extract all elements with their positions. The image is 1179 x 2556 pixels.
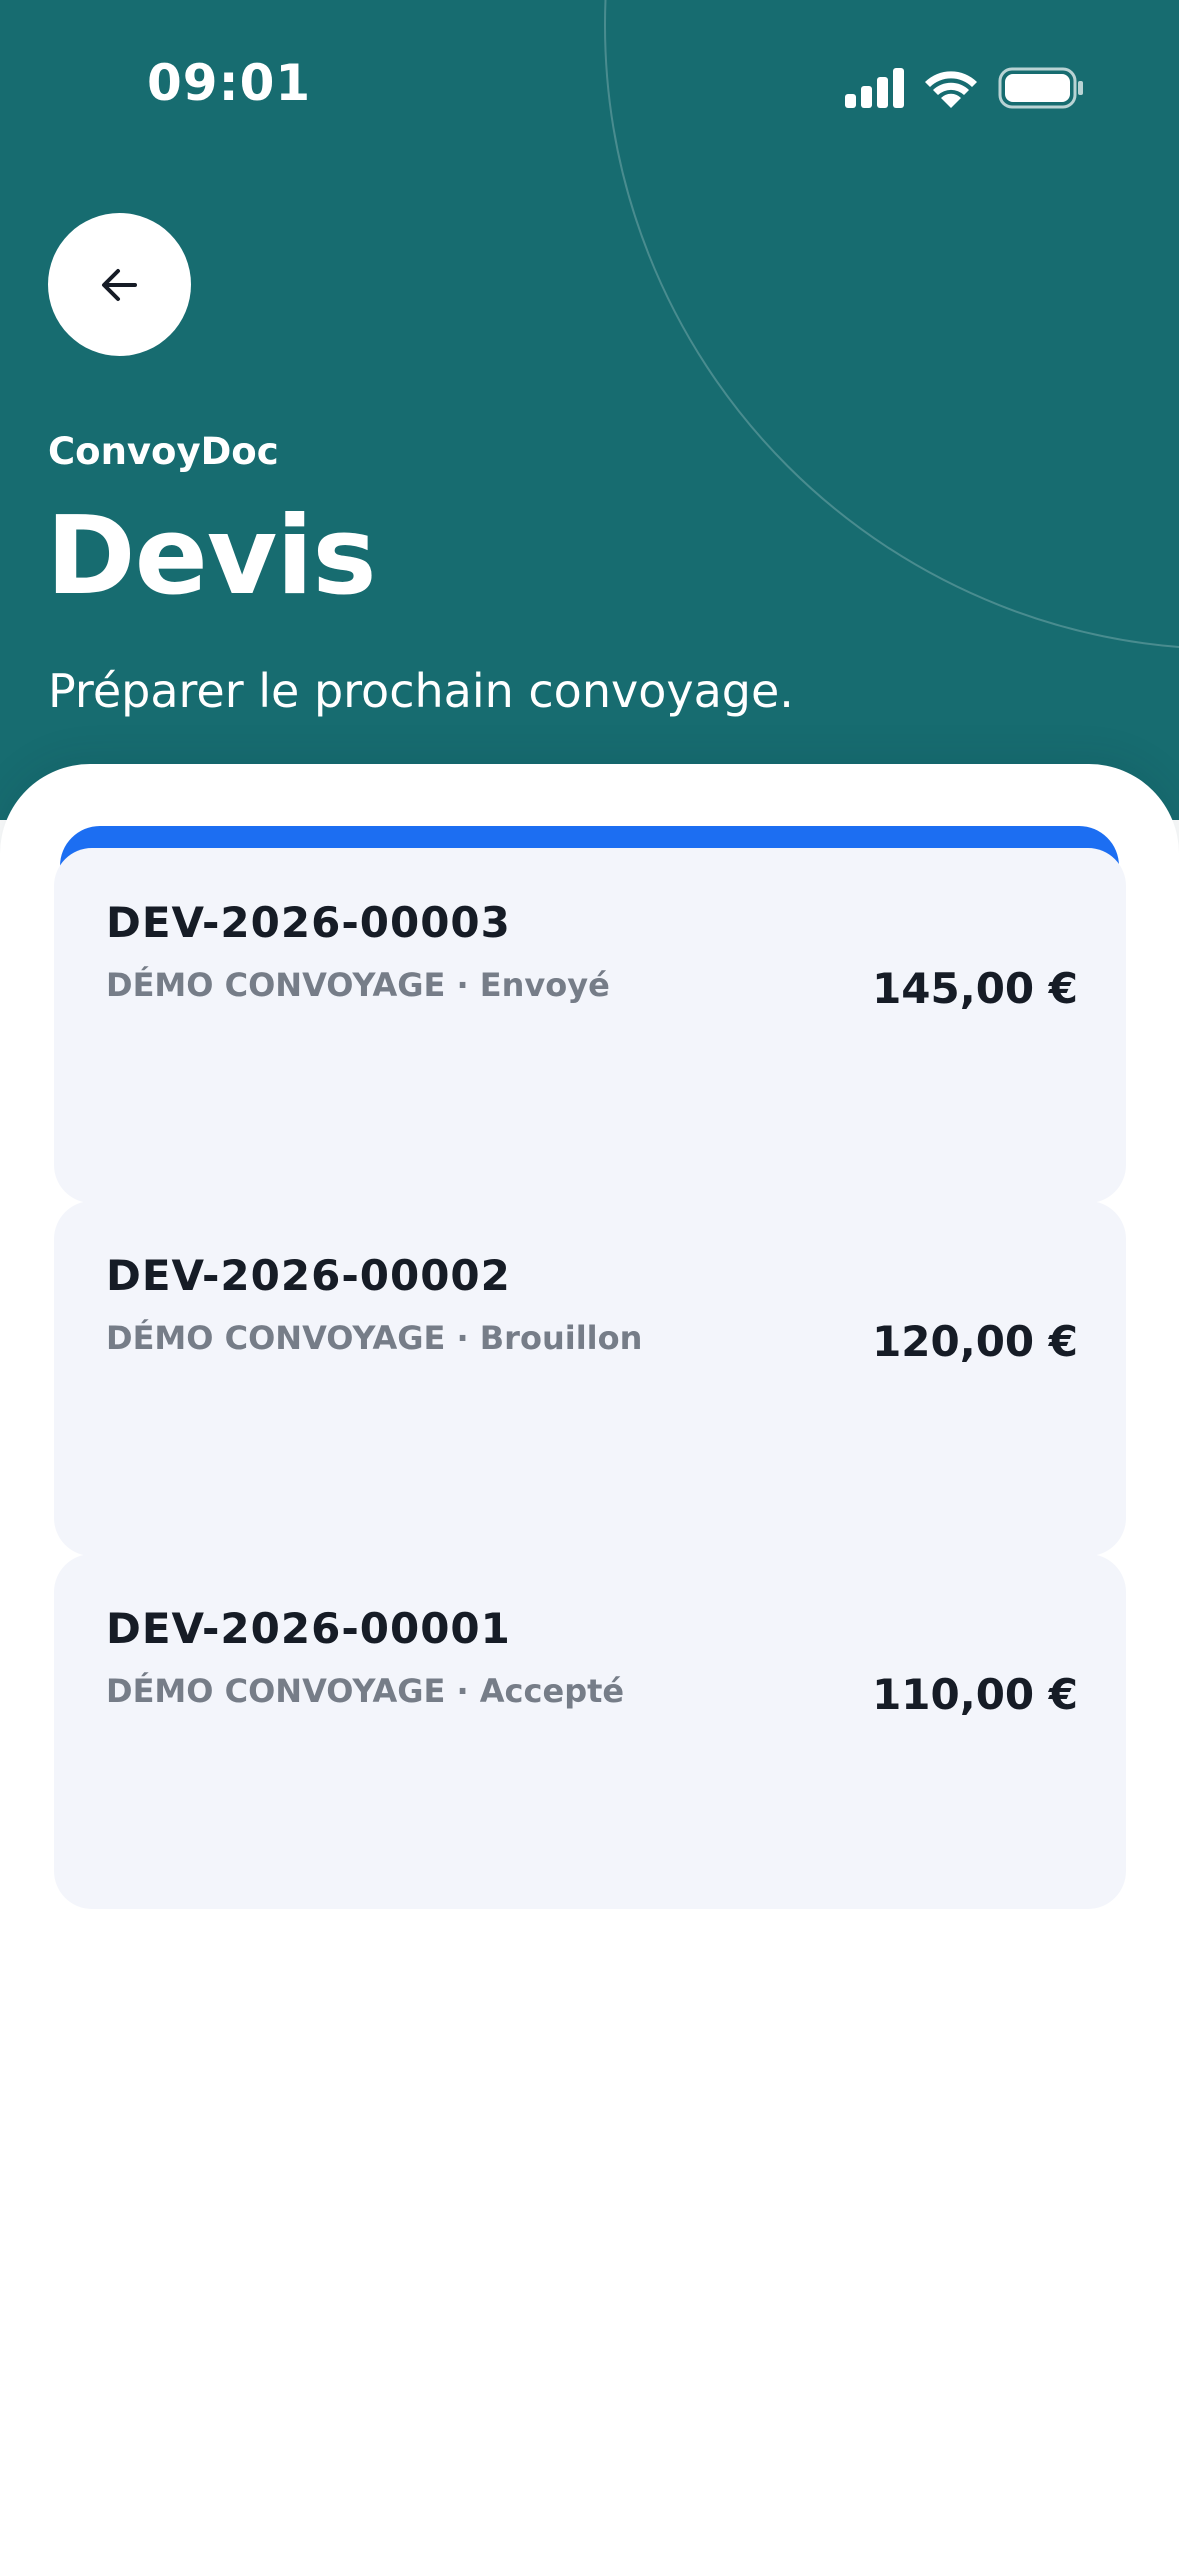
quote-number: DEV-2026-00003 <box>106 898 511 947</box>
quote-amount: 110,00 € <box>872 1670 1078 1719</box>
quote-card[interactable]: DEV-2026-00003 DÉMO CONVOYAGE · Envoyé 1… <box>54 848 1126 1203</box>
page-title: Devis <box>46 494 377 619</box>
quote-client-status: DÉMO CONVOYAGE · Brouillon <box>106 1319 643 1357</box>
quote-amount: 120,00 € <box>872 1317 1078 1366</box>
header: 09:01 ConvoyDoc Devis Préparer le procha… <box>0 0 1179 820</box>
quote-amount: 145,00 € <box>872 964 1078 1013</box>
quote-card[interactable]: DEV-2026-00002 DÉMO CONVOYAGE · Brouillo… <box>54 1201 1126 1556</box>
status-bar-time: 09:01 <box>147 54 312 112</box>
arrow-left-icon <box>101 268 137 301</box>
battery-icon <box>998 67 1083 109</box>
quote-client-status: DÉMO CONVOYAGE · Accepté <box>106 1672 625 1710</box>
cellular-signal-icon <box>845 68 904 108</box>
quote-number: DEV-2026-00001 <box>106 1604 511 1653</box>
status-bar-icons <box>845 66 1085 110</box>
quote-card[interactable]: DEV-2026-00001 DÉMO CONVOYAGE · Accepté … <box>54 1554 1126 1909</box>
quote-client-status: DÉMO CONVOYAGE · Envoyé <box>106 966 610 1004</box>
quote-number: DEV-2026-00002 <box>106 1251 511 1300</box>
wifi-icon <box>925 71 977 108</box>
page-subtitle: Préparer le prochain convoyage. <box>48 664 794 718</box>
app-name: ConvoyDoc <box>48 430 279 473</box>
back-button[interactable] <box>48 213 191 356</box>
